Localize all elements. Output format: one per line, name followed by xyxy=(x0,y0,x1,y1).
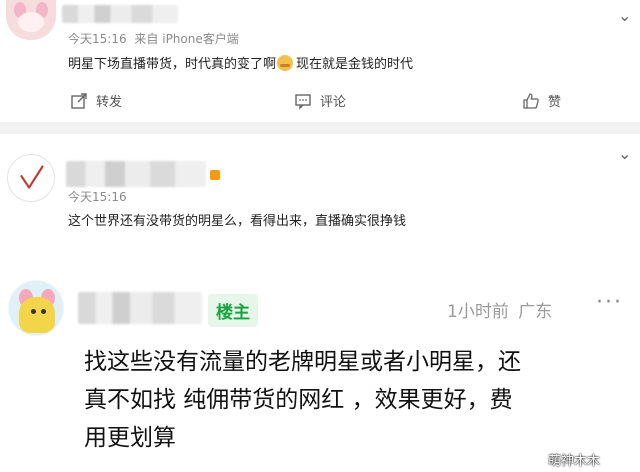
section-divider xyxy=(0,122,640,134)
like-button[interactable]: 赞 xyxy=(522,91,561,110)
chevron-down-icon[interactable]: ⌄ xyxy=(618,146,631,162)
comment-text: 这个世界还有没带货的明星么，看得出来，直播确实很挣钱 xyxy=(68,214,407,229)
comment-time: 今天15:16 xyxy=(68,32,127,46)
comment-text: 明星下场直播带货，时代真的变了啊 现在就是金钱的时代 xyxy=(68,55,414,72)
watermark: 萌神木木 xyxy=(548,454,601,469)
forward-button[interactable]: 转发 xyxy=(70,91,122,110)
avatar[interactable] xyxy=(8,280,64,336)
avatar[interactable] xyxy=(6,0,56,40)
owner-badge: 楼主 xyxy=(208,294,258,327)
comment-time: 今天15:16 xyxy=(68,190,127,204)
comment-button[interactable]: 评论 xyxy=(294,91,346,110)
comment-meta: 1小时前 广东 xyxy=(447,297,552,322)
avatar[interactable] xyxy=(7,154,55,202)
comment-meta: 今天15:16 来自 iPhone客户端 xyxy=(68,30,239,47)
thumbs-up-icon xyxy=(523,92,539,109)
username-blurred[interactable] xyxy=(62,5,178,23)
username-blurred[interactable] xyxy=(66,161,206,187)
like-label: 赞 xyxy=(548,95,562,110)
comment-source: 来自 iPhone客户端 xyxy=(134,32,239,46)
comment-time: 1小时前 xyxy=(447,302,509,322)
chevron-down-icon[interactable]: ⌄ xyxy=(618,8,631,24)
comment-text: 找这些没有流量的老牌明星或者小明星，还 真不如找 纯佣带货的网红 ，效果更好，费… xyxy=(84,349,521,451)
comment-card-1: 今天15:16 来自 iPhone客户端 明星下场直播带货，时代真的变了啊 现在就… xyxy=(0,0,640,122)
forward-label: 转发 xyxy=(96,95,123,110)
comment-label: 评论 xyxy=(320,95,347,110)
share-icon xyxy=(71,92,87,109)
crying-emoji-icon xyxy=(277,55,294,71)
username-blurred[interactable] xyxy=(78,292,202,324)
more-dots-icon[interactable]: ··· xyxy=(596,290,623,315)
checkmark-avatar-icon xyxy=(20,165,44,189)
comment-icon xyxy=(295,93,311,110)
vip-badge-icon xyxy=(210,170,220,180)
comment-location: 广东 xyxy=(518,302,553,322)
